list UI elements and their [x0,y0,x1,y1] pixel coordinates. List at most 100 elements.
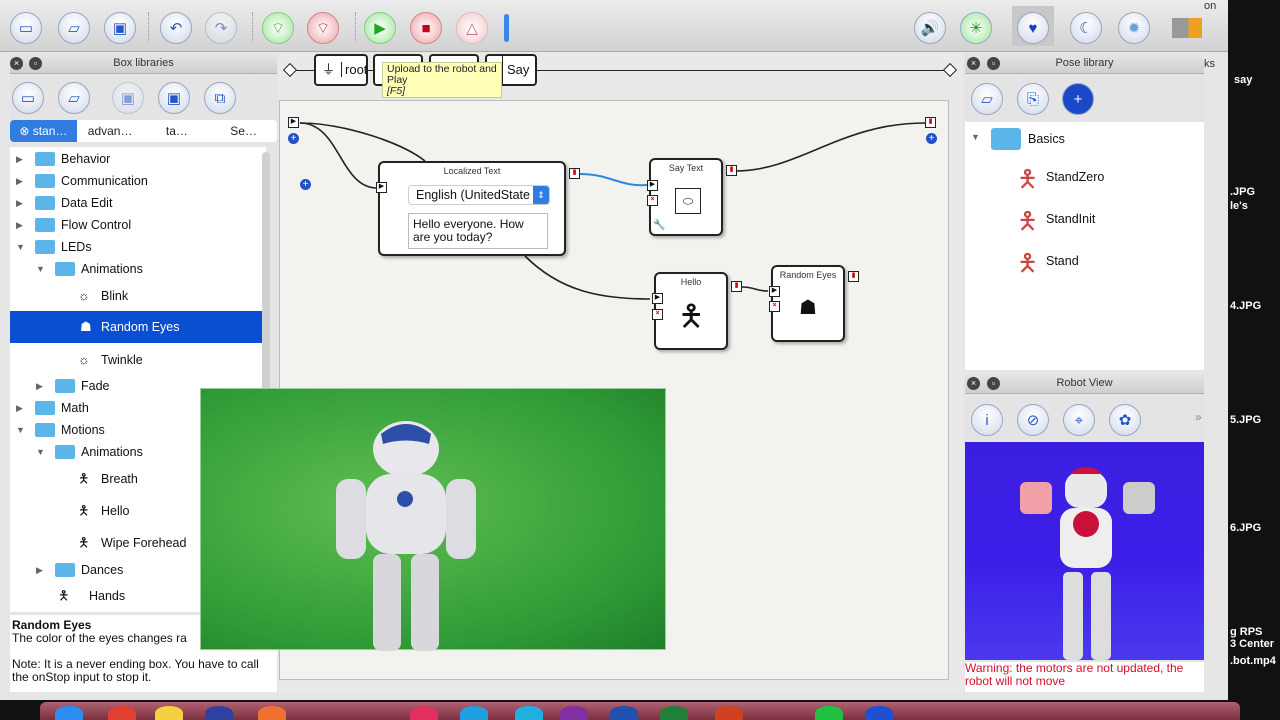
open-library-icon[interactable]: ▱ [58,82,90,114]
app-dock-icon[interactable] [460,706,488,720]
tree-item-communication[interactable]: ▶ Communication [10,170,266,192]
say-text-stop-input[interactable]: × [647,195,658,206]
desktop-file-label[interactable]: 3 Center [1230,638,1274,650]
desktop-file-label[interactable]: g RPS [1230,626,1262,638]
messages-dock-icon[interactable] [815,706,843,720]
box-localized-text[interactable]: Localized Text English (UnitedState ⇕ Hel… [378,161,566,256]
desktop-file-label[interactable]: say [1234,74,1252,86]
rest-icon[interactable]: ☾ [1070,12,1102,44]
save-library-as-icon[interactable]: ▣ [158,82,190,114]
desktop-file-label[interactable]: .JPG [1230,186,1255,198]
tree-item-data-edit[interactable]: ▶ Data Edit [10,192,266,214]
close-panel-icon[interactable]: × [10,57,23,70]
app-dock-icon[interactable] [865,706,893,720]
volume-icon[interactable]: 🔊 [914,12,946,44]
random-eyes-input[interactable]: ▶ [769,286,780,297]
audio-dock-icon[interactable] [205,706,233,720]
pose-stand[interactable]: Stand [1046,254,1079,268]
save-project-icon[interactable]: ▣ [104,12,136,44]
robot-3d-view[interactable] [965,442,1204,660]
localized-text-input[interactable]: ▶ [376,182,387,193]
photos-dock-icon[interactable] [258,706,286,720]
new-library-icon[interactable]: ▭ [12,82,44,114]
pose-group-basics[interactable]: Basics [1028,132,1065,146]
desktop-file-label[interactable]: le's [1230,200,1248,212]
new-project-icon[interactable]: ▭ [10,12,42,44]
float-panel-icon[interactable]: ▫ [29,57,42,70]
debug-icon[interactable]: △ [456,12,488,44]
redo-icon[interactable]: ↷ [205,12,237,44]
music-dock-icon[interactable] [410,706,438,720]
tree-item-led-animations[interactable]: ▼ Animations [10,258,266,280]
random-eyes-output[interactable]: ▮ [848,271,859,282]
open-project-icon[interactable]: ▱ [58,12,90,44]
connect-icon[interactable]: ⌔ [262,12,294,44]
more-icon[interactable]: » [1195,410,1202,424]
tree-item-twinkle[interactable]: ☼ Twinkle [10,345,266,375]
desktop-file-label[interactable]: 4.JPG [1230,300,1261,312]
pose-standzero[interactable]: StandZero [1046,170,1104,184]
stop-icon[interactable]: ■ [410,12,442,44]
open-pose-library-icon[interactable]: ▱ [971,83,1003,115]
import-pose-icon[interactable]: ⎘ [1017,83,1049,115]
behavior-start-input[interactable]: ▶ [288,117,299,128]
collision-icon[interactable]: ⊘ [1017,404,1049,436]
tab-standard[interactable]: ⊗ stan… [10,120,77,142]
skype-dock-icon[interactable] [515,706,543,720]
add-pose-icon[interactable]: + [1062,83,1094,115]
powerpoint-dock-icon[interactable] [715,706,743,720]
hello-input[interactable]: ▶ [652,293,663,304]
text-field[interactable]: Hello everyone. How are you today? [408,213,548,249]
add-output-icon[interactable]: + [926,133,937,144]
add-input-icon[interactable]: + [288,133,299,144]
disconnect-icon[interactable]: ⌔ [307,12,339,44]
close-panel-icon[interactable]: × [967,377,980,390]
library-copy-icon[interactable]: ⧉ [204,82,236,114]
say-text-input[interactable]: ▶ [647,180,658,191]
desktop-file-label[interactable]: 5.JPG [1230,414,1261,426]
close-panel-icon[interactable]: × [967,57,980,70]
tree-item-blink[interactable]: ☼ Blink [10,281,266,311]
hello-output[interactable]: ▮ [731,281,742,292]
desktop-file-label[interactable]: 6.JPG [1230,522,1261,534]
localized-text-output[interactable]: ▮ [569,168,580,179]
wake-up-icon[interactable]: ✹ [1118,12,1150,44]
notes-dock-icon[interactable] [155,706,183,720]
float-panel-icon[interactable]: ▫ [987,57,1000,70]
pose-standinit[interactable]: StandInit [1046,212,1095,226]
expand-icon[interactable]: ▼ [971,132,980,142]
breadcrumb-root[interactable]: ⏚ root [314,54,368,86]
save-library-icon[interactable]: ▣ [112,82,144,114]
behavior-finished-output[interactable]: ▮ [925,117,936,128]
tab-ta[interactable]: ta… [144,120,211,142]
excel-dock-icon[interactable] [660,706,688,720]
finder-dock-icon[interactable] [55,706,83,720]
tab-search[interactable]: Se… [210,120,277,142]
language-select[interactable]: English (UnitedState ⇕ [408,185,550,205]
animation-mode-icon[interactable]: ✳ [960,12,992,44]
tree-item-random-eyes[interactable]: ☗ Random Eyes [10,311,266,343]
info-icon[interactable]: i [971,404,1003,436]
desktop-file-label[interactable]: .bot.mp4 [1230,655,1276,667]
undo-icon[interactable]: ↶ [160,12,192,44]
tree-item-flow-control[interactable]: ▶ Flow Control [10,214,266,236]
wrench-icon[interactable]: 🔧 [653,220,665,231]
volume-slider[interactable] [504,14,509,42]
word-dock-icon[interactable] [610,706,638,720]
tree-item-behavior[interactable]: ▶ Behavior [10,148,266,170]
play-icon[interactable]: ▶ [364,12,396,44]
say-text-output[interactable]: ▮ [726,165,737,176]
box-say-text[interactable]: Say Text ⬭ 🔧 [649,158,723,236]
onenote-dock-icon[interactable] [560,706,588,720]
joints-icon[interactable]: ⌖ [1063,404,1095,436]
float-panel-icon[interactable]: ▫ [987,377,1000,390]
stiffness-heart-icon[interactable]: ♥ [1017,12,1049,44]
tab-advanced[interactable]: advan… [77,120,144,142]
box-random-eyes[interactable]: Random Eyes ☗ [771,265,845,342]
add-parameter-icon[interactable]: + [300,179,311,190]
tree-item-leds[interactable]: ▼ LEDs [10,236,266,258]
chrome-dock-icon[interactable] [108,706,136,720]
sensors-icon[interactable]: ✿ [1109,404,1141,436]
hello-stop-input[interactable]: × [652,309,663,320]
random-eyes-stop-input[interactable]: × [769,301,780,312]
